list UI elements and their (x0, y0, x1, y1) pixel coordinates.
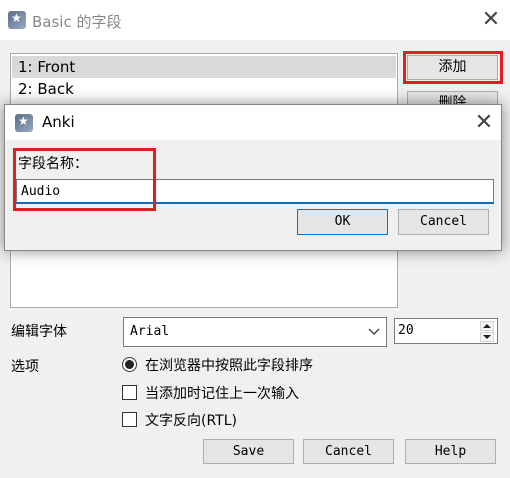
list-item-label: 1: Front (18, 58, 76, 76)
font-select-value: Arial (130, 324, 170, 339)
remember-checkbox[interactable] (122, 385, 137, 400)
spin-up-icon[interactable] (480, 321, 494, 331)
input-highlight (13, 148, 156, 211)
save-button[interactable]: Save (203, 439, 294, 464)
radio-selected-dot (125, 360, 134, 369)
rtl-checkbox[interactable] (122, 412, 137, 427)
title-bar: Basic 的字段 ✕ (0, 0, 510, 40)
options-label: 选项 (11, 359, 39, 375)
anki-icon (8, 11, 26, 29)
dialog-cancel-button[interactable]: Cancel (398, 209, 489, 235)
list-item-label: 2: Back (18, 80, 74, 98)
font-size-value: 20 (398, 323, 414, 338)
help-button[interactable]: Help (405, 439, 496, 464)
editor-font-label: 编辑字体 (11, 324, 67, 340)
dialog-title-bar: Anki ✕ (5, 105, 501, 140)
dialog-title: Anki (42, 113, 75, 131)
font-select[interactable]: Arial (123, 317, 387, 347)
list-item[interactable]: 1: Front (12, 56, 396, 78)
sort-option-label[interactable]: 在浏览器中按照此字段排序 (145, 355, 313, 375)
close-icon[interactable]: ✕ (473, 5, 509, 35)
chevron-down-icon (368, 328, 380, 335)
cancel-button[interactable]: Cancel (303, 439, 394, 464)
spin-down-icon[interactable] (480, 332, 494, 342)
close-icon[interactable]: ✕ (466, 108, 502, 138)
anki-icon (15, 114, 33, 132)
remember-option-label[interactable]: 当添加时记住上一次输入 (145, 383, 299, 403)
rtl-option-label[interactable]: 文字反向(RTL) (145, 410, 237, 430)
list-item[interactable]: 2: Back (12, 78, 396, 100)
ok-button[interactable]: OK (297, 209, 388, 235)
window-title: Basic 的字段 (32, 13, 122, 31)
add-button[interactable]: 添加 (407, 55, 498, 80)
field-name-dialog: Anki ✕ 字段名称： Audio OK Cancel (4, 104, 502, 251)
sort-radio[interactable] (122, 357, 137, 372)
font-size-stepper[interactable]: 20 (394, 318, 498, 344)
